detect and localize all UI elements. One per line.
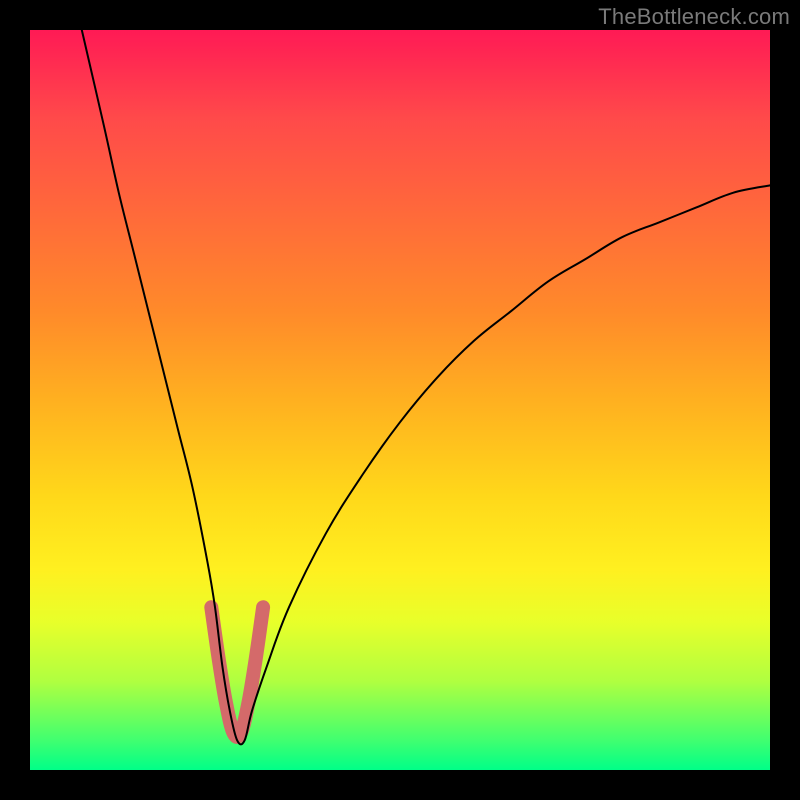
chart-svg (30, 30, 770, 770)
watermark-text: TheBottleneck.com (598, 4, 790, 30)
bottleneck-curve (82, 30, 770, 744)
chart-gradient-frame (30, 30, 770, 770)
highlight-curve (211, 607, 263, 737)
